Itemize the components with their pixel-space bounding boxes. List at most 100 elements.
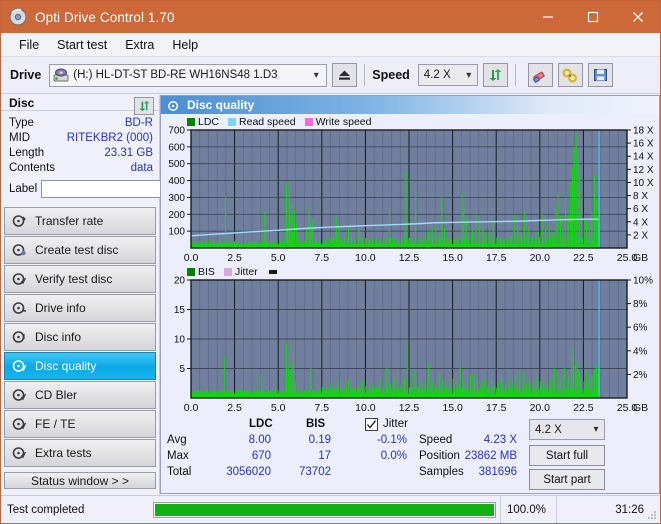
drive-info-icon: [12, 301, 29, 315]
svg-text:2.5: 2.5: [227, 252, 242, 264]
svg-text:700: 700: [168, 126, 185, 137]
maximize-button[interactable]: [570, 1, 615, 33]
sidebar-item-verify-test-disc[interactable]: Verify test disc: [4, 265, 156, 294]
sidebar-item-label: CD Bler: [35, 388, 78, 403]
svg-text:500: 500: [168, 159, 185, 170]
disc-value: RITEKBR2 (000): [66, 132, 153, 145]
svg-text:2%: 2%: [633, 370, 648, 381]
svg-text:0.0: 0.0: [184, 402, 199, 414]
disc-key: Length: [9, 147, 45, 160]
resize-grip-icon[interactable]: [647, 510, 657, 520]
drive-icon: [53, 68, 69, 83]
svg-text:10.0: 10.0: [355, 252, 376, 264]
speed-stat-value: 4.23 X: [483, 434, 517, 446]
sidebar-item-label: Verify test disc: [35, 272, 113, 287]
svg-text:2 X: 2 X: [633, 230, 648, 241]
stats-max-bis: 17: [318, 450, 331, 462]
disc-write-icon: [12, 243, 29, 257]
speed-select[interactable]: 4.2 X ▾: [417, 64, 478, 86]
svg-text:12.5: 12.5: [399, 252, 420, 264]
start-part-button[interactable]: Start part: [529, 469, 605, 490]
stats-col-ldc: LDC: [249, 418, 273, 430]
sidebar-item-drive-info[interactable]: Drive info: [4, 294, 156, 323]
toolbar: Drive (H:) HL-DT-ST BD-RE WH16NS48 1.D3 …: [1, 57, 660, 94]
svg-text:7.5: 7.5: [314, 252, 329, 264]
test-speed-select[interactable]: 4.2 X ▾: [529, 419, 605, 440]
sidebar-item-fe-te[interactable]: FE / TE: [4, 410, 156, 439]
sidebar-item-create-test-disc[interactable]: Create test disc: [4, 236, 156, 265]
stats-panel: LDC BIS Avg 8.00 0.19 Max 670 17 Total 3…: [161, 415, 659, 493]
svg-text:15: 15: [174, 305, 186, 316]
content-header: Disc quality: [161, 96, 659, 114]
disc-row-contents: Contents data: [9, 161, 153, 176]
menu-item-extra[interactable]: Extra: [116, 36, 163, 54]
sidebar-item-label: Disc info: [35, 330, 82, 345]
status-window-button[interactable]: Status window > >: [4, 472, 156, 489]
svg-text:10%: 10%: [633, 276, 653, 287]
disc-label-key: Label: [9, 182, 38, 195]
svg-text:6%: 6%: [633, 323, 648, 334]
sidebar-item-extra-tests[interactable]: Extra tests: [4, 439, 156, 468]
svg-text:10 X: 10 X: [633, 178, 654, 189]
stats-max-ldc: 670: [251, 450, 271, 462]
svg-text:5.0: 5.0: [271, 252, 286, 264]
jitter-value-2: 0.0%: [380, 450, 407, 462]
disc-refresh-button[interactable]: [134, 97, 154, 115]
toolbar-separator-1: [364, 64, 366, 86]
progress-fill: [155, 503, 494, 516]
main-body: Disc Type BD-R MID RITEKBR2 (000) Length…: [1, 95, 660, 494]
svg-text:22.5: 22.5: [573, 252, 594, 264]
close-button[interactable]: [615, 1, 660, 33]
svg-text:2.5: 2.5: [227, 402, 242, 414]
svg-text:4%: 4%: [633, 346, 648, 357]
test-speed-value: 4.2 X: [535, 423, 562, 436]
svg-text:20.0: 20.0: [530, 252, 551, 264]
status-bar: Test completed 100.0% 31:26: [1, 495, 660, 523]
sidebar-item-disc-quality[interactable]: Disc quality: [4, 352, 156, 381]
disc-check-icon: [12, 272, 29, 286]
stats-total-ldc: 3056020: [226, 466, 271, 478]
menu-item-file[interactable]: File: [10, 36, 48, 54]
svg-text:GB: GB: [633, 252, 648, 264]
window-title: Opti Drive Control 1.70: [35, 9, 175, 25]
sidebar-item-cd-bler[interactable]: CD Bler: [4, 381, 156, 410]
drive-select[interactable]: (H:) HL-DT-ST BD-RE WH16NS48 1.D3 ▾: [49, 63, 328, 87]
drive-label: Drive: [10, 68, 42, 82]
stats-avg-bis: 0.19: [308, 434, 331, 446]
jitter-checkbox[interactable]: [365, 418, 378, 431]
sidebar-item-label: Create test disc: [35, 243, 119, 258]
disc-row-length: Length 23.31 GB: [9, 146, 153, 161]
svg-text:10.0: 10.0: [355, 402, 376, 414]
svg-text:200: 200: [168, 210, 185, 221]
disc-arrow-icon: [12, 214, 29, 228]
speed-value: 4.2 X: [423, 69, 451, 81]
sidebar-item-disc-info[interactable]: Disc info: [4, 323, 156, 352]
jitter-value-1: -0.1%: [376, 434, 407, 446]
svg-text:400: 400: [168, 176, 185, 187]
save-button[interactable]: [587, 63, 613, 87]
sidebar-item-transfer-rate[interactable]: Transfer rate: [4, 207, 156, 236]
menu-item-start-test[interactable]: Start test: [48, 36, 116, 54]
svg-text:300: 300: [168, 193, 185, 204]
speed-stat-label: Speed: [419, 434, 453, 446]
disc-info-list: Type BD-R MID RITEKBR2 (000) Length 23.3…: [1, 111, 245, 201]
refresh-button[interactable]: [482, 63, 508, 87]
jitter-label: Jitter: [383, 418, 408, 430]
stats-avg-ldc: 8.00: [248, 434, 271, 446]
svg-text:8 X: 8 X: [633, 191, 648, 202]
eject-button[interactable]: [332, 63, 358, 87]
erase-button[interactable]: [527, 63, 553, 87]
start-full-button[interactable]: Start full: [529, 445, 605, 466]
svg-text:15.0: 15.0: [442, 402, 463, 414]
tools-button[interactable]: [557, 63, 583, 87]
disc-extra-icon: [12, 446, 29, 460]
menu-item-help[interactable]: Help: [163, 36, 207, 54]
app-window: Opti Drive Control 1.70 File Start test …: [0, 0, 661, 524]
menu-bar: File Start test Extra Help: [1, 33, 660, 57]
disc-label-row: Label: [9, 179, 245, 199]
chevron-down-icon: ▾: [593, 424, 599, 435]
disc-row-type: Type BD-R: [9, 116, 153, 131]
sidebar-item-label: Extra tests: [35, 446, 92, 461]
minimize-button[interactable]: [525, 1, 570, 33]
svg-text:14 X: 14 X: [633, 152, 654, 163]
